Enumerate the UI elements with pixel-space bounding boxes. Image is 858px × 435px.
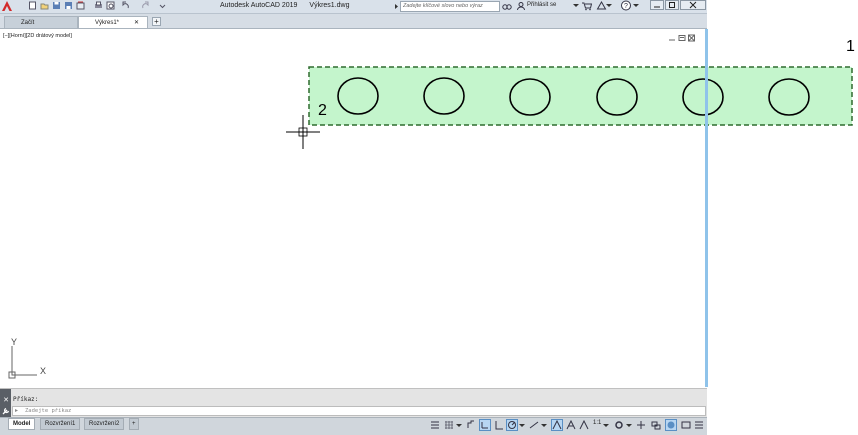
layout-tab-model[interactable]: Model <box>8 418 36 430</box>
grid-icon[interactable] <box>444 420 454 430</box>
command-recent-icon[interactable]: ▸ <box>15 407 18 414</box>
units-icon[interactable] <box>651 420 661 430</box>
workspace-dropdown-icon[interactable] <box>626 420 636 430</box>
workspace-gear-icon[interactable] <box>614 420 624 430</box>
snap-icon[interactable] <box>466 420 476 430</box>
polar-icon[interactable] <box>506 419 518 431</box>
command-input[interactable] <box>25 407 325 415</box>
customize-icon[interactable] <box>694 420 704 430</box>
command-input-row[interactable]: ▸ <box>12 406 706 416</box>
infer-constraints-icon[interactable] <box>479 419 491 431</box>
selection-window <box>308 66 853 126</box>
annotation-scale-value[interactable]: 1:1 <box>593 420 601 426</box>
callout-2: 2 <box>318 102 327 119</box>
ucs-y-label: Y <box>11 337 18 347</box>
drawing-canvas[interactable] <box>0 0 858 434</box>
command-line-close-icon[interactable]: ✕ <box>2 396 10 405</box>
add-layout-button[interactable]: + <box>129 418 139 430</box>
hardware-acceleration-icon[interactable] <box>681 420 691 430</box>
layout-tab-layout1[interactable]: Rozvržení1 <box>40 418 81 430</box>
annotation-monitor-icon[interactable] <box>636 420 646 430</box>
callout-1: 1 <box>846 38 855 55</box>
command-customize-icon[interactable] <box>2 407 10 417</box>
model-space-icon[interactable] <box>430 420 440 430</box>
viewport-edge-strip <box>705 29 708 387</box>
isolate-objects-icon[interactable] <box>665 419 677 431</box>
ucs-icon <box>8 346 37 379</box>
command-history: Příkaz: <box>13 396 39 403</box>
isodraft-icon[interactable] <box>529 420 539 430</box>
auto-scale-icon[interactable] <box>566 419 576 430</box>
layout-tab-layout2[interactable]: Rozvržení2 <box>84 418 125 430</box>
polar-dropdown-icon[interactable] <box>519 420 529 430</box>
ucs-x-label: X <box>40 366 47 376</box>
isodraft-dropdown-icon[interactable] <box>541 420 551 430</box>
grid-dropdown-icon[interactable] <box>456 420 466 430</box>
scale-dropdown-icon[interactable] <box>603 420 613 430</box>
annotation-scale-icon[interactable] <box>579 419 589 430</box>
annotation-visibility-icon[interactable] <box>551 419 563 431</box>
ortho-icon[interactable] <box>494 420 504 430</box>
